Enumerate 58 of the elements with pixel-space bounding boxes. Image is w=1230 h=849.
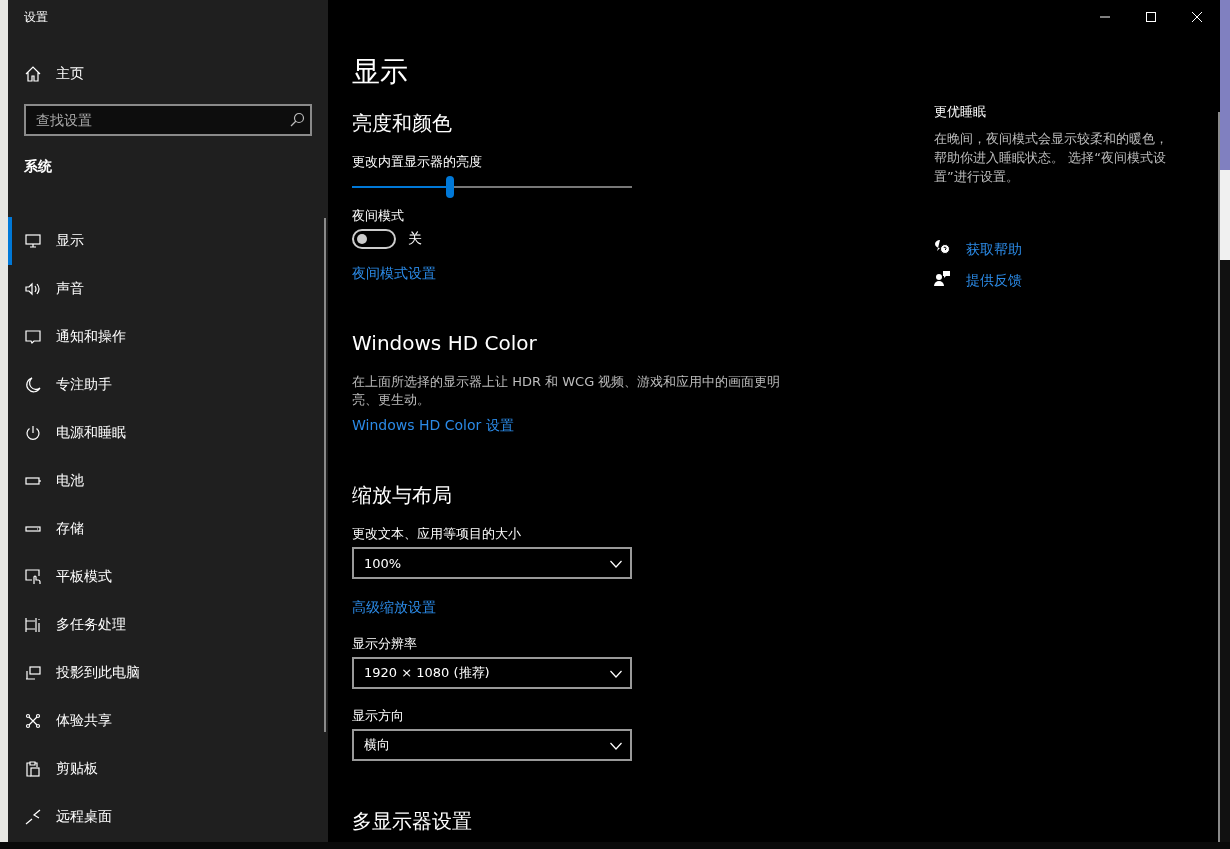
slider-label: 更改内置显示器的亮度 xyxy=(352,153,483,171)
description-text: 在上面所选择的显示器上让 HDR 和 WCG 视频、游戏和应用中的画面更明亮、更生动。 xyxy=(352,373,782,409)
remote-icon xyxy=(25,809,41,825)
dropdown-label: 更改文本、应用等项目的大小 xyxy=(352,525,522,543)
display-icon xyxy=(25,233,41,249)
section-heading: Windows HD Color xyxy=(352,330,538,357)
speech-bubble-icon xyxy=(25,329,41,345)
section-heading: 缩放与布局 xyxy=(352,482,453,509)
search-icon xyxy=(289,112,305,128)
sidebar-item[interactable]: 通知和操作 xyxy=(8,313,328,361)
related-heading: 更优睡眠 xyxy=(934,103,987,121)
clipboard-icon xyxy=(25,761,41,777)
section-heading: 多显示器设置 xyxy=(352,808,473,835)
window-title: 设置 xyxy=(24,9,48,26)
section-heading: 亮度和颜色 xyxy=(352,110,453,137)
search-field[interactable]: 查找设置 xyxy=(24,104,312,136)
sidebar-item[interactable]: 电池 xyxy=(8,457,328,505)
sidebar-item[interactable]: 体验共享 xyxy=(8,697,328,745)
help-link[interactable]: 获取帮助 xyxy=(966,238,1022,259)
sidebar-item[interactable]: 远程桌面 xyxy=(8,793,328,841)
close-icon xyxy=(1192,12,1202,22)
home-link[interactable]: 主页 xyxy=(24,62,90,86)
dropdown-label: 显示分辨率 xyxy=(352,635,418,653)
sidebar-item[interactable]: 剪贴板 xyxy=(8,745,328,793)
dropdown[interactable]: 100% xyxy=(352,547,632,579)
share-icon xyxy=(25,713,41,729)
scrollbar[interactable] xyxy=(324,218,326,732)
moon-icon xyxy=(25,377,41,393)
tablet-icon xyxy=(25,569,41,585)
toggle-state: 关 xyxy=(408,230,422,248)
sidebar-item[interactable]: 专注助手 xyxy=(8,361,328,409)
help-link[interactable]: 提供反馈 xyxy=(966,269,1022,290)
page-title: 显示 xyxy=(352,54,409,90)
projector-icon xyxy=(25,665,41,681)
brightness-slider[interactable] xyxy=(352,175,632,199)
dropdown-label: 显示方向 xyxy=(352,707,405,725)
slider-thumb[interactable] xyxy=(446,176,454,198)
toggle-switch[interactable] xyxy=(352,229,396,249)
sidebar-item[interactable]: 多任务处理 xyxy=(8,601,328,649)
dropdown[interactable]: 横向 xyxy=(352,729,632,761)
power-icon xyxy=(25,425,41,441)
settings-link[interactable]: Windows HD Color 设置 xyxy=(352,415,514,435)
sidebar-item[interactable]: 声音 xyxy=(8,265,328,313)
sidebar-item[interactable]: 电源和睡眠 xyxy=(8,409,328,457)
toggle-label: 夜间模式 xyxy=(352,207,405,225)
section-heading: 系统 xyxy=(24,158,53,176)
speaker-icon xyxy=(25,281,41,297)
multitask-icon xyxy=(25,617,41,633)
settings-link[interactable]: 高级缩放设置 xyxy=(352,597,436,617)
related-text: 在晚间，夜间模式会显示较柔和的暖色，帮助你进入睡眠状态。 选择“夜间模式设置”进行设置。 xyxy=(934,130,1169,186)
sidebar-item[interactable]: 存储 xyxy=(8,505,328,553)
home-icon xyxy=(25,66,41,82)
sidebar-item[interactable]: 平板模式 xyxy=(8,553,328,601)
dropdown[interactable]: 1920 × 1080 (推荐) xyxy=(352,657,632,689)
sidebar-item[interactable]: 投影到此电脑 xyxy=(8,649,328,697)
scrollbar[interactable] xyxy=(1218,112,1220,842)
settings-link[interactable]: 夜间模式设置 xyxy=(352,263,436,283)
maximize-icon xyxy=(1146,12,1156,22)
